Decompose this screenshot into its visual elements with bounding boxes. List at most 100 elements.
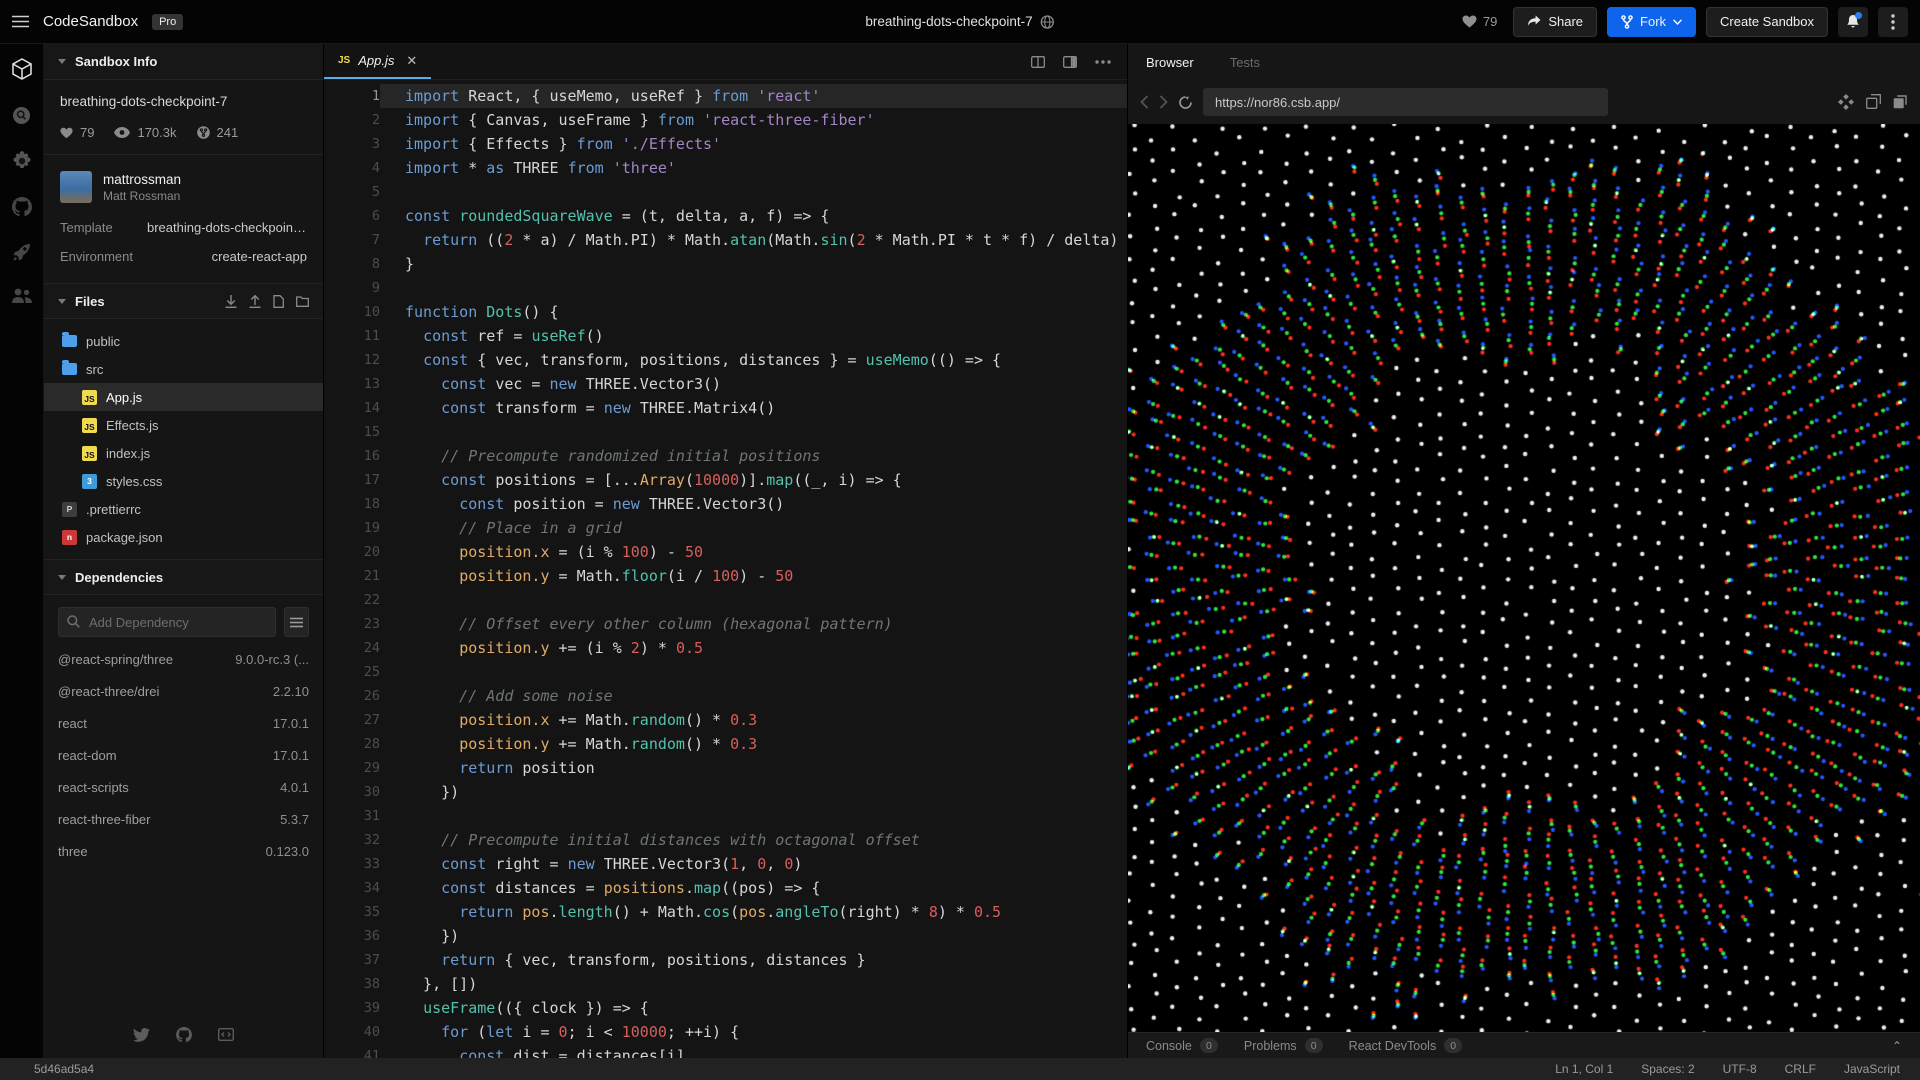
console-tab-console[interactable]: Console 0 <box>1146 1038 1218 1053</box>
new-folder-icon[interactable] <box>296 295 309 307</box>
code-line[interactable]: 26 // Add some noise <box>324 684 1127 708</box>
dependency-row[interactable]: react-three-fiber 5.3.7 <box>44 803 323 835</box>
console-tab-react-devtools[interactable]: React DevTools 0 <box>1349 1038 1463 1053</box>
preview-canvas[interactable] <box>1128 124 1920 1032</box>
preview-layout-icon[interactable] <box>1063 55 1077 68</box>
tab-tests[interactable]: Tests <box>1230 55 1260 70</box>
code-line[interactable]: 15 <box>324 420 1127 444</box>
code-line[interactable]: 34 const distances = positions.map((pos)… <box>324 876 1127 900</box>
code-line[interactable]: 4 import * as THREE from 'three' <box>324 156 1127 180</box>
create-sandbox-button[interactable]: Create Sandbox <box>1706 6 1828 37</box>
editor-more-icon[interactable] <box>1095 59 1111 64</box>
search-icon[interactable] <box>12 106 31 125</box>
code-line[interactable]: 16 // Precompute randomized initial posi… <box>324 444 1127 468</box>
url-input[interactable] <box>1203 88 1608 116</box>
github-icon[interactable] <box>11 197 32 216</box>
code-line[interactable]: 10 function Dots() { <box>324 300 1127 324</box>
status-item[interactable]: Spaces: 2 <box>1641 1062 1694 1076</box>
code-line[interactable]: 14 const transform = new THREE.Matrix4() <box>324 396 1127 420</box>
status-item[interactable]: CRLF <box>1785 1062 1816 1076</box>
dependency-row[interactable]: @react-spring/three 9.0.0-rc.3 (... <box>44 643 323 675</box>
status-item[interactable]: Ln 1, Col 1 <box>1555 1062 1613 1076</box>
code-line[interactable]: 38 }, []) <box>324 972 1127 996</box>
split-view-icon[interactable] <box>1031 55 1045 68</box>
duplicate-window-icon[interactable] <box>1893 94 1908 110</box>
code-line[interactable]: 31 <box>324 804 1127 828</box>
code-line[interactable]: 37 return { vec, transform, positions, d… <box>324 948 1127 972</box>
code-line[interactable]: 28 position.y += Math.random() * 0.3 <box>324 732 1127 756</box>
add-dependency-input[interactable] <box>58 607 276 637</box>
file-item-effects-js[interactable]: JS Effects.js <box>44 411 323 439</box>
dependency-row[interactable]: react-dom 17.0.1 <box>44 739 323 771</box>
code-line[interactable]: 30 }) <box>324 780 1127 804</box>
code-line[interactable]: 17 const positions = [...Array(10000)].m… <box>324 468 1127 492</box>
rocket-icon[interactable] <box>12 242 32 262</box>
code-line[interactable]: 18 const position = new THREE.Vector3() <box>324 492 1127 516</box>
code-content[interactable]: 1 import React, { useMemo, useRef } from … <box>324 80 1127 1058</box>
code-line[interactable]: 21 position.y = Math.floor(i / 100) - 50 <box>324 564 1127 588</box>
files-header[interactable]: Files <box>44 283 323 319</box>
tab-app-js[interactable]: JS App.js ✕ <box>324 44 432 79</box>
code-line[interactable]: 2 import { Canvas, useFrame } from 'react… <box>324 108 1127 132</box>
responsive-mode-icon[interactable] <box>1838 94 1854 110</box>
code-line[interactable]: 41 const dist = distances[i] <box>324 1044 1127 1058</box>
code-line[interactable]: 13 const vec = new THREE.Vector3() <box>324 372 1127 396</box>
download-icon[interactable] <box>225 294 237 308</box>
code-line[interactable]: 1 import React, { useMemo, useRef } from … <box>324 84 1127 108</box>
more-menu-button[interactable] <box>1878 6 1908 37</box>
code-line[interactable]: 20 position.x = (i % 100) - 50 <box>324 540 1127 564</box>
close-tab-icon[interactable]: ✕ <box>402 53 417 69</box>
code-line[interactable]: 22 <box>324 588 1127 612</box>
file-item-public[interactable]: public <box>44 327 323 355</box>
code-line[interactable]: 8} <box>324 252 1127 276</box>
upload-icon[interactable] <box>249 294 261 308</box>
refresh-icon[interactable] <box>1178 95 1193 110</box>
file-item-src[interactable]: src <box>44 355 323 383</box>
file-item-package-json[interactable]: n package.json <box>44 523 323 551</box>
open-new-window-icon[interactable] <box>1866 94 1881 110</box>
code-line[interactable]: 23 // Offset every other column (hexagon… <box>324 612 1127 636</box>
github-icon[interactable] <box>176 1027 192 1042</box>
code-line[interactable]: 29 return position <box>324 756 1127 780</box>
fork-button[interactable]: Fork <box>1607 6 1697 37</box>
code-line[interactable]: 9 <box>324 276 1127 300</box>
gear-icon[interactable] <box>12 151 32 171</box>
share-button[interactable]: Share <box>1513 6 1598 37</box>
code-line[interactable]: 25 <box>324 660 1127 684</box>
dependency-row[interactable]: three 0.123.0 <box>44 835 323 867</box>
sandbox-cube-icon[interactable] <box>11 58 32 80</box>
file-item-styles-css[interactable]: 3 styles.css <box>44 467 323 495</box>
dependency-export-button[interactable] <box>284 607 309 637</box>
author-row[interactable]: mattrossman Matt Rossman <box>44 155 323 213</box>
back-icon[interactable] <box>1140 95 1149 109</box>
template-value[interactable]: breathing-dots-checkpoint-6 <box>147 220 307 235</box>
code-line[interactable]: 35 return pos.length() + Math.cos(pos.an… <box>324 900 1127 924</box>
dependency-row[interactable]: react 17.0.1 <box>44 707 323 739</box>
like-count[interactable]: 79 <box>1462 14 1497 29</box>
forward-icon[interactable] <box>1159 95 1168 109</box>
status-item[interactable]: JavaScript <box>1844 1062 1900 1076</box>
dependency-row[interactable]: react-scripts 4.0.1 <box>44 771 323 803</box>
preview-viewport[interactable] <box>1128 124 1920 1032</box>
code-line[interactable]: 40 for (let i = 0; i < 10000; ++i) { <box>324 1020 1127 1044</box>
embed-icon[interactable] <box>218 1027 234 1042</box>
notifications-button[interactable] <box>1838 6 1868 37</box>
code-line[interactable]: 39 useFrame(({ clock }) => { <box>324 996 1127 1020</box>
expand-console-icon[interactable]: ⌃ <box>1892 1039 1902 1053</box>
live-users-icon[interactable] <box>11 288 33 304</box>
environment-value[interactable]: create-react-app <box>212 249 307 264</box>
code-line[interactable]: 6 const roundedSquareWave = (t, delta, a,… <box>324 204 1127 228</box>
code-line[interactable]: 24 position.y += (i % 2) * 0.5 <box>324 636 1127 660</box>
file-item--prettierrc[interactable]: P .prettierrc <box>44 495 323 523</box>
code-line[interactable]: 27 position.x += Math.random() * 0.3 <box>324 708 1127 732</box>
code-line[interactable]: 11 const ref = useRef() <box>324 324 1127 348</box>
globe-icon[interactable] <box>1041 14 1055 29</box>
code-line[interactable]: 5 <box>324 180 1127 204</box>
dependency-row[interactable]: @react-three/drei 2.2.10 <box>44 675 323 707</box>
new-file-icon[interactable] <box>273 294 284 308</box>
code-line[interactable]: 19 // Place in a grid <box>324 516 1127 540</box>
code-line[interactable]: 3 import { Effects } from './Effects' <box>324 132 1127 156</box>
twitter-icon[interactable] <box>133 1027 150 1042</box>
console-tab-problems[interactable]: Problems 0 <box>1244 1038 1323 1053</box>
code-line[interactable]: 36 }) <box>324 924 1127 948</box>
